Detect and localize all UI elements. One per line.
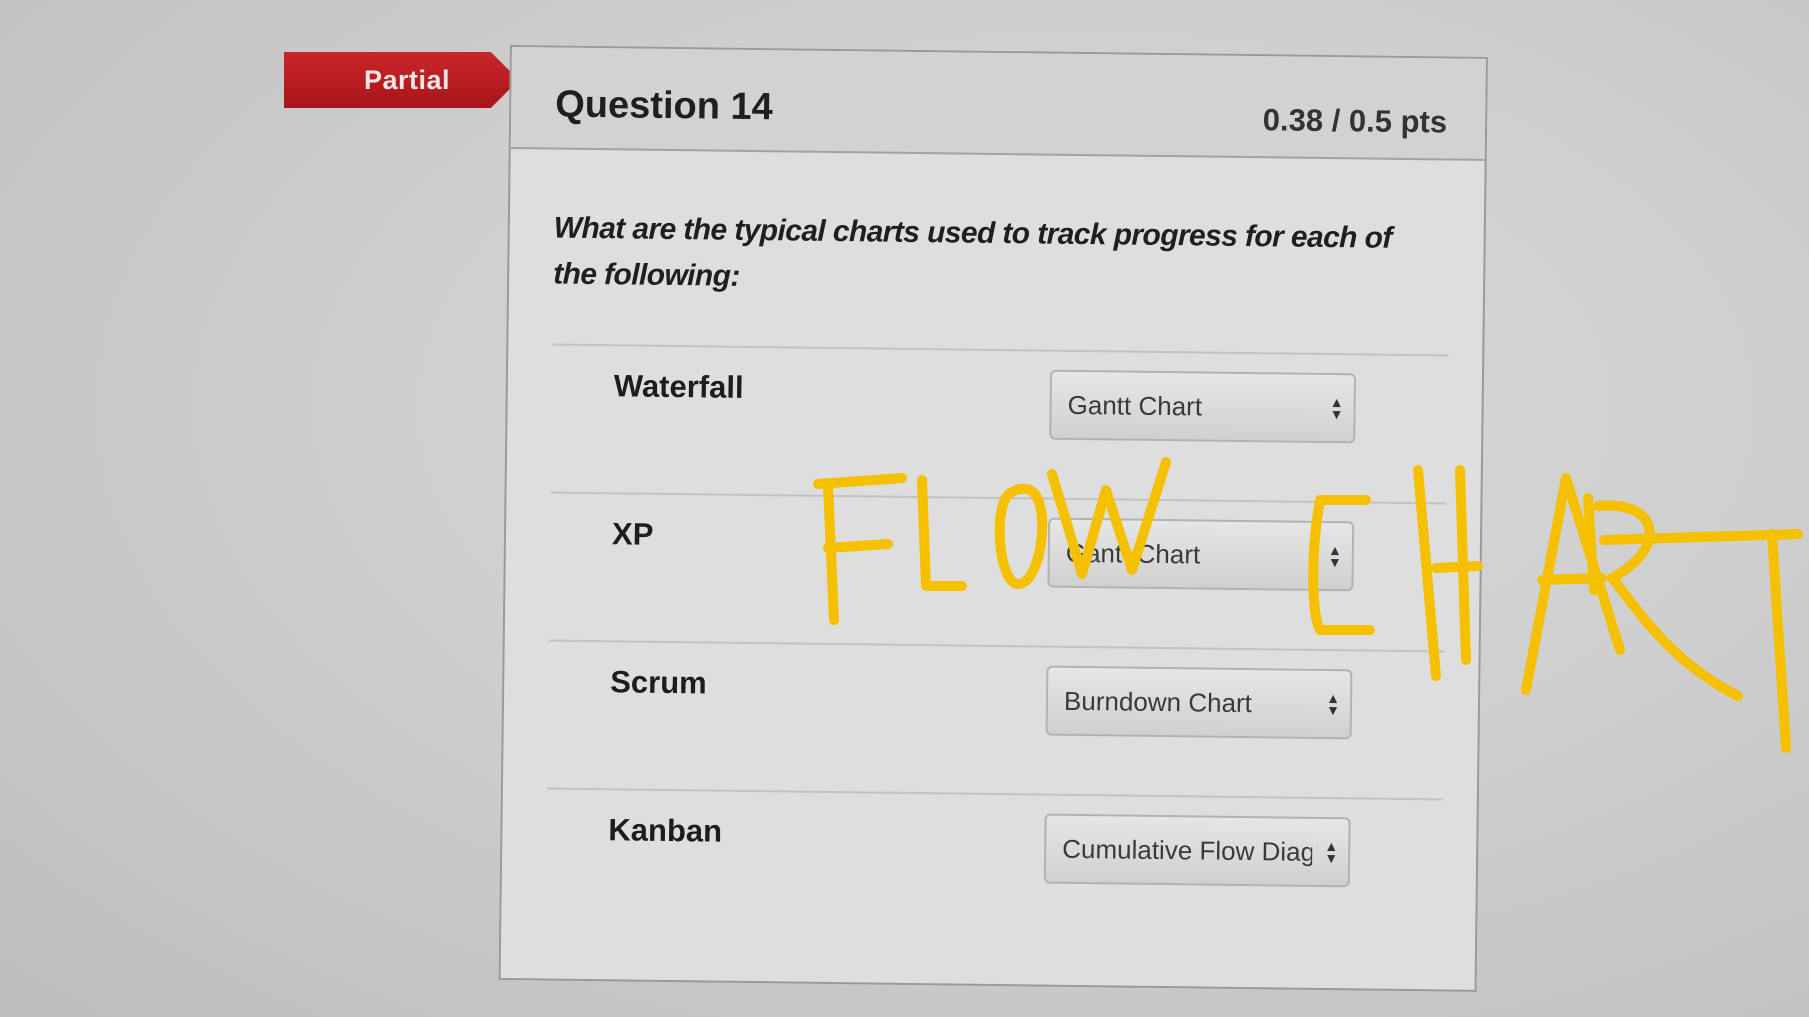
match-row-waterfall: Waterfall Gantt Chart ▲ ▼ [550,343,1449,503]
match-label-xp: XP [611,516,654,552]
question-prompt: What are the typical charts used to trac… [553,211,1392,293]
match-row-kanban: Kanban Cumulative Flow Diagr ▲ ▼ [545,787,1443,947]
partial-status-badge: Partial [284,52,519,108]
question-title: Question 14 [555,83,774,129]
question-card: Question 14 0.38 / 0.5 pts What are the … [498,45,1488,992]
select-arrows-icon: ▲ ▼ [1327,542,1342,571]
selected-value: Gantt Chart [1067,389,1203,421]
question-points: 0.38 / 0.5 pts [1262,102,1448,140]
answer-select-kanban[interactable]: Cumulative Flow Diagr ▲ ▼ [1043,813,1351,888]
match-label-kanban: Kanban [608,812,723,849]
selected-value: Cumulative Flow Diagr [1062,833,1313,867]
answer-select-scrum[interactable]: Burndown Chart ▲ ▼ [1045,665,1353,740]
answer-select-waterfall[interactable]: Gantt Chart ▲ ▼ [1049,369,1357,444]
select-arrows-icon: ▲ ▼ [1329,394,1344,423]
select-arrows-icon: ▲ ▼ [1324,838,1339,867]
status-label: Partial [364,64,451,95]
select-arrows-icon: ▲ ▼ [1325,690,1341,719]
selected-value: Burndown Chart [1063,685,1253,718]
selected-value: Gantt Chart [1065,537,1201,569]
match-row-scrum: Scrum Burndown Chart ▲ ▼ [546,639,1445,799]
answer-select-xp[interactable]: Gantt Chart ▲ ▼ [1047,517,1355,592]
match-row-xp: XP Gantt Chart ▲ ▼ [548,491,1447,651]
matching-list: Waterfall Gantt Chart ▲ ▼ XP Gantt Chart … [545,343,1449,947]
question-header: Question 14 0.38 / 0.5 pts [510,47,1486,161]
match-label-scrum: Scrum [610,664,707,701]
match-label-waterfall: Waterfall [613,368,744,405]
